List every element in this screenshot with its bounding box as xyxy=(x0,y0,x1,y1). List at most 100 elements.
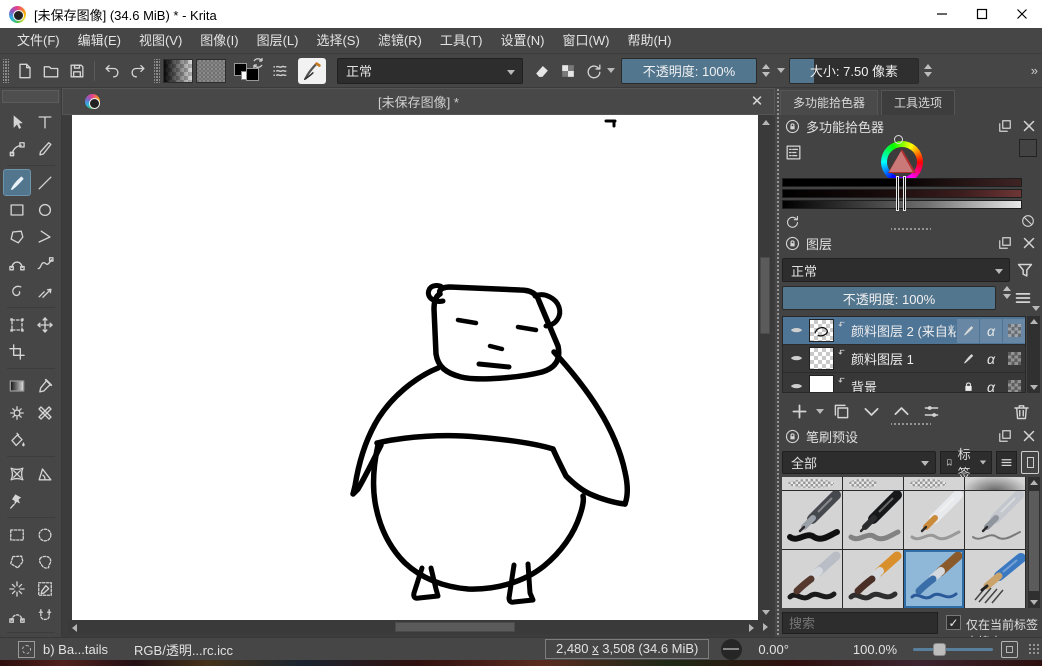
saturation-bar[interactable] xyxy=(782,189,1022,198)
brush-preset-ink-pen-black[interactable] xyxy=(843,491,903,549)
magnetic-select-tool[interactable] xyxy=(31,602,59,629)
brush-size-slider[interactable]: 大小: 7.50 像素 xyxy=(789,58,919,84)
layer-lock-icon[interactable] xyxy=(957,375,979,394)
transform-tool[interactable] xyxy=(3,311,31,338)
ellipse-select-tool[interactable] xyxy=(31,521,59,548)
menu-item-8[interactable]: 设置(N) xyxy=(491,28,553,54)
freehand-brush-tool[interactable] xyxy=(3,169,31,196)
selection-mode-icon[interactable] xyxy=(18,641,35,658)
zoom-slider-knob[interactable] xyxy=(933,643,946,656)
layer-visibility-icon[interactable] xyxy=(783,322,809,339)
contiguous-select-tool[interactable] xyxy=(3,575,31,602)
layer-row-0[interactable]: 颜料图层 2 (来自粘贴)α xyxy=(783,317,1025,345)
undo-button[interactable] xyxy=(99,58,125,84)
layer-opacity-slider[interactable]: 不透明度: 100% xyxy=(782,286,996,310)
reference-images-tool[interactable] xyxy=(3,487,31,514)
brush-preset-pencil-blue[interactable] xyxy=(965,550,1025,608)
reload-preset-button[interactable] xyxy=(581,58,607,84)
float-docker-icon[interactable] xyxy=(996,234,1014,252)
layer-thumbnail[interactable] xyxy=(809,375,834,393)
move-tool[interactable] xyxy=(31,311,59,338)
brush-preset-water-brush-blue[interactable] xyxy=(904,550,964,608)
canvas[interactable] xyxy=(72,115,758,620)
menu-item-9[interactable]: 窗口(W) xyxy=(554,28,619,54)
bar-marker-left[interactable] xyxy=(896,176,899,211)
selector-settings-icon[interactable] xyxy=(784,143,803,162)
window-resize-grip[interactable] xyxy=(1028,643,1040,655)
brush-filter-select[interactable]: 全部 xyxy=(782,451,936,474)
similar-select-tool[interactable] xyxy=(31,575,59,602)
maximize-button[interactable] xyxy=(962,0,1002,28)
enclose-fill-tool[interactable] xyxy=(3,460,31,487)
float-docker-icon[interactable] xyxy=(996,427,1014,445)
layer-thumbnail[interactable] xyxy=(809,347,834,370)
brush-preset-airbrush-soft[interactable] xyxy=(965,477,1025,490)
gradient-tool[interactable] xyxy=(3,372,31,399)
smart-patch-tool[interactable] xyxy=(31,399,59,426)
menu-item-5[interactable]: 选择(S) xyxy=(307,28,368,54)
layer-visibility-icon[interactable] xyxy=(783,350,809,367)
move-layer-down-button[interactable] xyxy=(858,398,884,424)
layer-name[interactable]: 颜料图层 1 xyxy=(851,349,956,368)
menu-item-2[interactable]: 视图(V) xyxy=(130,28,191,54)
rect-select-tool[interactable] xyxy=(3,521,31,548)
close-button[interactable] xyxy=(1002,0,1042,28)
brush-search-input[interactable] xyxy=(782,612,938,634)
layer-alpha-icon[interactable]: α xyxy=(980,347,1002,371)
layer-name[interactable]: 颜料图层 2 (来自粘贴) xyxy=(851,321,956,340)
current-color-swatch[interactable] xyxy=(1019,139,1037,157)
brush-preset-paint-brush-silver[interactable] xyxy=(782,550,842,608)
opacity-slider[interactable]: 不透明度: 100% xyxy=(621,58,757,84)
vscroll-thumb[interactable] xyxy=(760,257,770,334)
gradient-chooser[interactable] xyxy=(163,59,193,83)
tab-advanced-color-selector[interactable]: 多功能拾色器 xyxy=(780,90,878,115)
layer-alpha-icon[interactable]: α xyxy=(980,375,1002,394)
polygon-select-tool[interactable] xyxy=(3,548,31,575)
scroll-corner-button[interactable] xyxy=(758,620,772,634)
brush-display-menu-button[interactable] xyxy=(996,451,1017,474)
ellipse-tool[interactable] xyxy=(31,196,59,223)
lock-icon[interactable] xyxy=(784,118,801,135)
open-document-button[interactable] xyxy=(38,58,64,84)
rectangle-tool[interactable] xyxy=(3,196,31,223)
lock-icon[interactable] xyxy=(784,428,801,445)
layer-list-scrollbar[interactable] xyxy=(1027,316,1040,393)
eraser-mode-button[interactable] xyxy=(529,58,555,84)
measure-tool[interactable] xyxy=(31,460,59,487)
reset-color-icon[interactable] xyxy=(784,213,801,230)
brush-preset-paint-brush-orange[interactable] xyxy=(843,550,903,608)
layer-options-menu-icon[interactable] xyxy=(1012,287,1034,309)
canvas-vertical-scrollbar[interactable] xyxy=(758,115,772,620)
crop-tool[interactable] xyxy=(3,338,31,365)
zoom-slider[interactable] xyxy=(913,648,993,651)
hue-history-bar[interactable] xyxy=(782,178,1022,187)
layer-alpha-lock-icon[interactable] xyxy=(1003,319,1025,343)
opacity-spinner[interactable] xyxy=(759,64,773,77)
scroll-up-arrow[interactable] xyxy=(762,120,770,125)
fill-tool[interactable] xyxy=(3,426,31,453)
tag-button[interactable]: 标签 xyxy=(940,451,992,474)
menu-item-7[interactable]: 工具(T) xyxy=(431,28,492,54)
brush-preset-eraser-circle[interactable] xyxy=(843,477,903,490)
layer-blend-mode-select[interactable]: 正常 xyxy=(782,258,1010,282)
brush-preset-eraser-soft[interactable] xyxy=(782,477,842,490)
layer-lock-icon[interactable] xyxy=(957,347,979,371)
pattern-edit-tool[interactable] xyxy=(3,399,31,426)
brush-details-button[interactable] xyxy=(1021,451,1039,474)
scroll-left-arrow[interactable] xyxy=(72,624,77,632)
layer-lock-icon[interactable] xyxy=(957,319,979,343)
blend-mode-select[interactable]: 正常 xyxy=(337,58,523,84)
menu-item-10[interactable]: 帮助(H) xyxy=(618,28,680,54)
scroll-down-arrow[interactable] xyxy=(762,610,770,615)
menu-item-3[interactable]: 图像(I) xyxy=(191,28,247,54)
document-close-button[interactable]: ✕ xyxy=(748,93,766,111)
brush-preset-ink-pen-silver[interactable] xyxy=(965,491,1025,549)
save-button[interactable] xyxy=(64,58,90,84)
layer-visibility-icon[interactable] xyxy=(783,378,809,393)
swap-colors-icon[interactable] xyxy=(251,56,265,70)
reload-dropdown-caret[interactable] xyxy=(607,68,615,73)
lock-icon[interactable] xyxy=(784,235,801,252)
brush-scroll-thumb[interactable] xyxy=(1029,491,1039,591)
scroll-right-arrow[interactable] xyxy=(749,624,754,632)
add-layer-caret[interactable] xyxy=(816,409,824,414)
